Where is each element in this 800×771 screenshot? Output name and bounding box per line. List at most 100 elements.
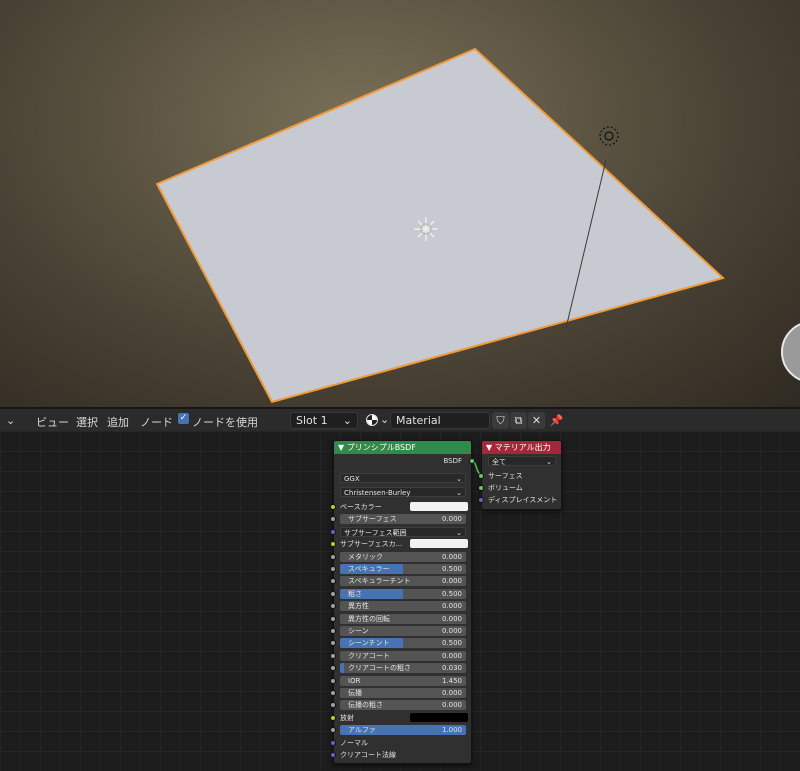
- color-input-label: サブサーフェスカ...: [340, 540, 403, 548]
- use-nodes-checkbox[interactable]: ✓: [178, 413, 189, 424]
- plane-mesh[interactable]: [155, 47, 726, 404]
- light-object-icon[interactable]: [599, 126, 619, 146]
- input-socket[interactable]: [330, 516, 336, 522]
- color-input[interactable]: ベースカラー: [340, 502, 468, 512]
- 3d-viewport[interactable]: [0, 0, 800, 407]
- editor-type-chevron-icon[interactable]: ⌄: [6, 414, 15, 427]
- bsdf-output-label: BSDF: [443, 457, 462, 465]
- input-socket[interactable]: [330, 653, 336, 659]
- slider-label: メタリック: [348, 553, 383, 561]
- slider-value: 0.000: [441, 652, 462, 660]
- input-socket[interactable]: [330, 640, 336, 646]
- output-input-label: ディスプレイスメント: [488, 496, 558, 504]
- color-input[interactable]: サブサーフェスカ...: [340, 539, 468, 549]
- input-socket[interactable]: [330, 628, 336, 634]
- use-nodes-label: ノードを使用: [192, 416, 258, 429]
- input-socket[interactable]: [330, 715, 336, 721]
- input-socket[interactable]: [330, 541, 336, 547]
- slider-value: 0.000: [441, 627, 462, 635]
- input-socket[interactable]: [330, 578, 336, 584]
- duplicate-material-icon[interactable]: ⧉: [510, 412, 527, 429]
- slider-value: 0.000: [441, 553, 462, 561]
- slider-label: サブサーフェス: [348, 515, 397, 523]
- pin-icon[interactable]: 📌: [548, 412, 565, 429]
- value-slider[interactable]: クリアコート 0.000: [340, 651, 466, 661]
- slider-label: 異方性: [348, 602, 369, 610]
- menu-select[interactable]: 選択: [76, 414, 98, 430]
- chevron-down-icon: ⌄: [456, 529, 462, 537]
- input-socket[interactable]: [330, 752, 336, 758]
- material-output-node[interactable]: ▼ マテリアル出力 全て ⌄ サーフェス ボリューム ディスプレイスメント: [478, 440, 562, 510]
- input-socket[interactable]: [330, 616, 336, 622]
- color-input[interactable]: 放射: [340, 713, 468, 723]
- input-socket[interactable]: [330, 566, 336, 572]
- principled-bsdf-node[interactable]: ▼ プリンシプルBSDF BSDF GGX ⌄ Christensen-Burle…: [330, 440, 475, 764]
- value-slider[interactable]: 伝播 0.000: [340, 688, 466, 698]
- fake-user-shield-icon[interactable]: ⛉: [492, 412, 509, 429]
- value-slider[interactable]: サブサーフェス 0.000: [340, 514, 466, 524]
- node-editor-canvas[interactable]: ▼ プリンシプルBSDF BSDF GGX ⌄ Christensen-Burle…: [0, 431, 800, 771]
- input-socket[interactable]: [330, 554, 336, 560]
- color-input-label: 放射: [340, 714, 354, 722]
- subsurface-method-select[interactable]: Christensen-Burley ⌄: [340, 487, 466, 497]
- chevron-down-icon: ⌄: [456, 475, 462, 483]
- slider-label: アルファ: [348, 726, 376, 734]
- color-swatch[interactable]: [410, 713, 468, 722]
- menu-view[interactable]: ビュー: [36, 414, 69, 430]
- value-slider[interactable]: 異方性の回転 0.000: [340, 614, 466, 624]
- input-socket[interactable]: [330, 603, 336, 609]
- input-socket[interactable]: [330, 529, 336, 535]
- value-slider[interactable]: クリアコートの粗さ 0.030: [340, 663, 466, 673]
- value-slider[interactable]: アルファ 1.000: [340, 725, 466, 735]
- input-socket[interactable]: [330, 690, 336, 696]
- input-socket[interactable]: [330, 702, 336, 708]
- input-label: ノーマル: [340, 739, 368, 747]
- output-input-socket[interactable]: [478, 497, 484, 503]
- output-target-select[interactable]: 全て ⌄: [488, 456, 556, 466]
- value-slider[interactable]: 異方性 0.000: [340, 601, 466, 611]
- slider-value: 0.000: [441, 602, 462, 610]
- slider-value: 0.000: [441, 689, 462, 697]
- color-swatch[interactable]: [410, 502, 468, 511]
- output-input-socket[interactable]: [478, 485, 484, 491]
- slider-label: クリアコート: [348, 652, 390, 660]
- color-swatch[interactable]: [410, 539, 468, 548]
- slot-select[interactable]: Slot 1 ⌄: [290, 412, 358, 429]
- slider-label: シーン: [348, 627, 369, 635]
- input-socket[interactable]: [330, 727, 336, 733]
- chevron-down-icon: ⌄: [342, 414, 352, 427]
- node-editor-header: ⌄ ビュー 選択 追加 ノード ✓ ノードを使用 Slot 1 ⌄ ⌄ Mate…: [0, 407, 800, 431]
- vector-select[interactable]: サブサーフェス範囲 ⌄: [340, 527, 466, 537]
- slider-label: スペキュラーチント: [348, 577, 411, 585]
- value-slider[interactable]: IOR 1.450: [340, 676, 466, 686]
- input-socket[interactable]: [330, 504, 336, 510]
- menu-add[interactable]: 追加: [107, 414, 129, 430]
- material-sphere-icon: [366, 414, 378, 426]
- principled-bsdf-node-header[interactable]: ▼ プリンシプルBSDF: [334, 441, 471, 454]
- value-slider[interactable]: スペキュラーチント 0.000: [340, 576, 466, 586]
- value-slider[interactable]: 伝播の粗さ 0.000: [340, 700, 466, 710]
- value-slider[interactable]: メタリック 0.000: [340, 552, 466, 562]
- slider-value: 0.000: [441, 577, 462, 585]
- unlink-close-icon[interactable]: ✕: [528, 412, 545, 429]
- input-socket[interactable]: [330, 665, 336, 671]
- value-slider[interactable]: シーンチント 0.500: [340, 638, 466, 648]
- input-socket[interactable]: [330, 678, 336, 684]
- value-slider[interactable]: スペキュラー 0.500: [340, 564, 466, 574]
- distribution-select[interactable]: GGX ⌄: [340, 473, 466, 483]
- color-input-label: ベースカラー: [340, 503, 382, 511]
- material-output-node-header[interactable]: ▼ マテリアル出力: [482, 441, 561, 454]
- input-socket[interactable]: [330, 591, 336, 597]
- output-input-socket[interactable]: [478, 473, 484, 479]
- input-label: クリアコート法線: [340, 751, 396, 759]
- value-slider[interactable]: シーン 0.000: [340, 626, 466, 636]
- material-browse-button[interactable]: ⌄: [363, 412, 389, 429]
- bsdf-output-socket[interactable]: [469, 458, 475, 464]
- slider-value: 0.030: [441, 664, 462, 672]
- value-slider[interactable]: 粗さ 0.500: [340, 589, 466, 599]
- menu-node[interactable]: ノード: [140, 414, 173, 430]
- input-socket[interactable]: [330, 740, 336, 746]
- slider-label: 伝播の粗さ: [348, 701, 383, 709]
- slider-value: 0.500: [441, 590, 462, 598]
- material-name-field[interactable]: Material: [390, 412, 490, 429]
